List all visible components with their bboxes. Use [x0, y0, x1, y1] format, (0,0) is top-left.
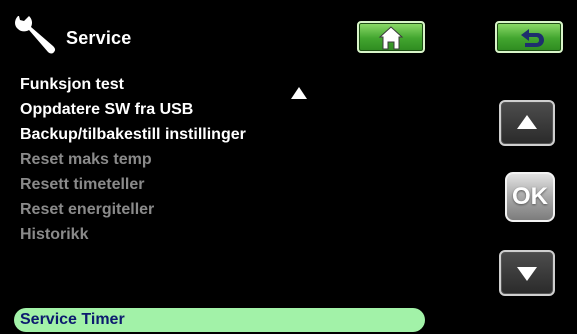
service-menu-list: Funksjon test Oppdatere SW fra USB Backu… [14, 72, 440, 332]
menu-item-historikk[interactable]: Historikk [20, 222, 440, 247]
ok-button[interactable]: OK [505, 172, 555, 222]
menu-item-reset-maks-temp[interactable]: Reset maks temp [20, 147, 440, 172]
menu-item-reset-energiteller[interactable]: Reset energiteller [20, 197, 440, 222]
back-arrow-icon [521, 29, 544, 47]
page-title: Service [66, 28, 132, 48]
menu-item-resett-timeteller[interactable]: Resett timeteller [20, 172, 440, 197]
home-button[interactable] [357, 21, 425, 53]
menu-item-service-timer[interactable]: Service Timer [14, 308, 425, 332]
back-button[interactable] [495, 21, 563, 53]
wrench-icon [15, 16, 56, 54]
scroll-down-button[interactable] [499, 250, 555, 296]
down-arrow-icon [517, 267, 537, 281]
scroll-up-button[interactable] [499, 100, 555, 146]
header-bar: Service [0, 0, 577, 54]
menu-item-oppdatere-sw[interactable]: Oppdatere SW fra USB [20, 97, 440, 122]
menu-item-backup-tilbakestill[interactable]: Backup/tilbakestill instillinger [20, 122, 440, 147]
scroll-up-indicator-icon [291, 87, 307, 99]
menu-item-funksjon-test[interactable]: Funksjon test [20, 72, 440, 97]
up-arrow-icon [517, 115, 537, 129]
home-icon [378, 26, 404, 50]
